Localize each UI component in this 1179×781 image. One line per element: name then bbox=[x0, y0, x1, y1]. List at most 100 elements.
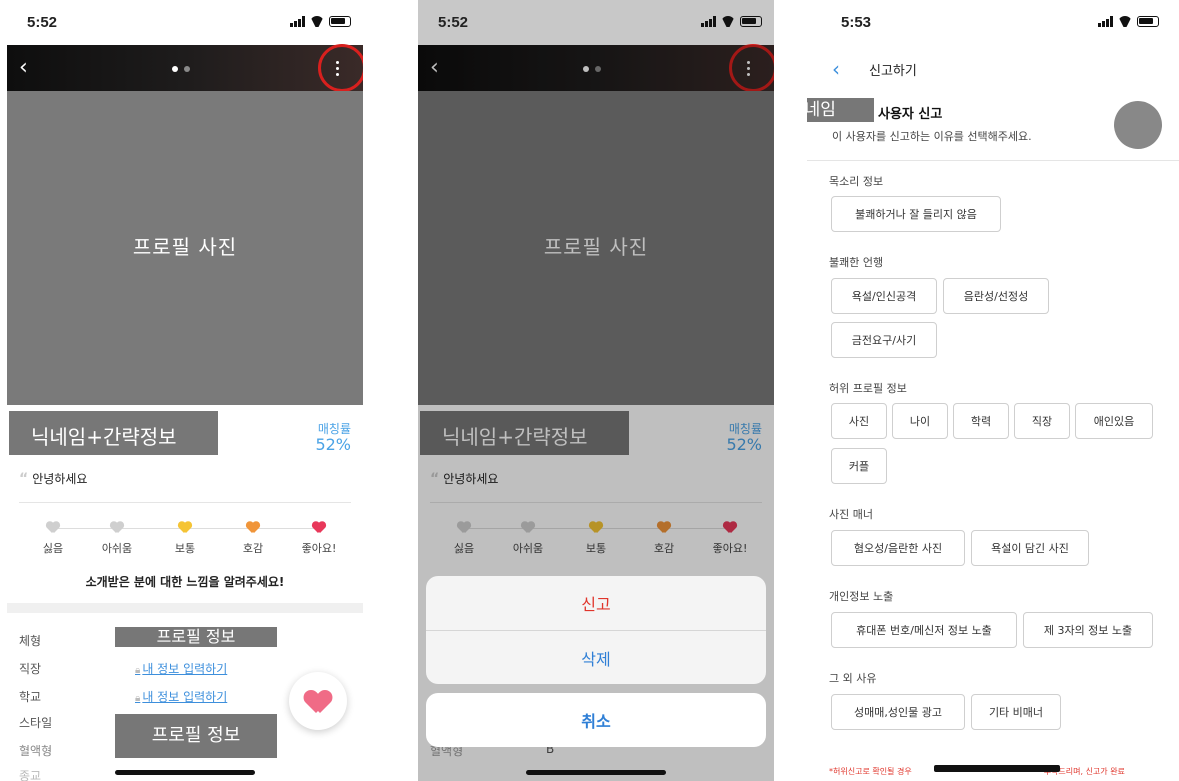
section-photo-manner-label: 사진 매너 bbox=[829, 508, 873, 521]
rating-label: 아쉬움 bbox=[101, 542, 133, 555]
info-label-blood: 혈액형 bbox=[19, 744, 53, 758]
reason-chip[interactable]: 음란성/선정성 bbox=[943, 278, 1049, 314]
greeting: “안녕하세요 bbox=[19, 470, 87, 487]
redaction-bar bbox=[934, 765, 1060, 772]
rating-label: 싫음 bbox=[42, 542, 64, 555]
signal-icon bbox=[290, 16, 305, 27]
section-personal-info-label: 개인정보 노출 bbox=[829, 590, 894, 603]
back-arrow-icon[interactable]: ‹ bbox=[19, 57, 39, 79]
wifi-icon bbox=[721, 16, 735, 27]
status-bar: 5:53 bbox=[807, 0, 1179, 45]
lock-icon: 🔒︎ bbox=[135, 665, 141, 676]
photo-page-indicator bbox=[172, 66, 190, 72]
reason-chip[interactable]: 학력 bbox=[953, 403, 1009, 439]
enter-info-link[interactable]: 🔒︎ 내 정보 입력하기 bbox=[135, 688, 227, 705]
reason-chip[interactable]: 직장 bbox=[1014, 403, 1070, 439]
profile-info-box: 프로필 정보 bbox=[115, 714, 277, 758]
feeling-caption: 소개받은 분에 대한 느낌을 알려주세요! bbox=[85, 575, 285, 589]
battery-icon bbox=[1137, 16, 1159, 27]
quote-icon: “ bbox=[19, 471, 29, 487]
nav-bar: ‹ 신고하기 bbox=[807, 45, 1179, 91]
delete-button[interactable]: 삭제 bbox=[426, 630, 766, 684]
action-sheet: 신고 삭제 bbox=[426, 576, 766, 684]
greeting-text: 안녕하세요 bbox=[32, 472, 88, 486]
reason-chip[interactable]: 나이 bbox=[892, 403, 948, 439]
reason-chip[interactable]: 기타 비매너 bbox=[971, 694, 1061, 730]
info-label-school: 학교 bbox=[19, 690, 42, 704]
rating-option-regret[interactable]: 아쉬움 bbox=[89, 522, 145, 556]
rating-option-favor[interactable]: 호감 bbox=[225, 522, 281, 556]
rating-label: 보통 bbox=[174, 542, 196, 555]
match-rate-value: 52% bbox=[315, 435, 351, 454]
reason-chip[interactable]: 휴대폰 번호/메신저 정보 노출 bbox=[831, 612, 1017, 648]
status-icons bbox=[1098, 16, 1159, 27]
report-screen: 5:53 ‹ 신고하기 닉네임 사용자 신고 이 사용자를 신고하는 이유를 선… bbox=[807, 0, 1179, 781]
reported-nickname: 닉네임 bbox=[807, 98, 874, 122]
reason-chip[interactable]: 애인있음 bbox=[1075, 403, 1153, 439]
heart-icon bbox=[305, 691, 331, 713]
reason-chip[interactable]: 욕설/인신공격 bbox=[831, 278, 937, 314]
heart-icon bbox=[110, 522, 124, 534]
info-label-style: 스타일 bbox=[19, 716, 53, 730]
status-time: 5:52 bbox=[438, 14, 469, 31]
highlight-circle bbox=[318, 44, 363, 92]
profile-screen: 5:52 ‹ 프로필 사진 닉네임+간략정보 매칭률 52% “안녕하세요 싫음… bbox=[7, 0, 363, 781]
reason-chip[interactable]: 사진 bbox=[831, 403, 887, 439]
signal-icon bbox=[1098, 16, 1113, 27]
reason-chip[interactable]: 성매매,성인물 광고 bbox=[831, 694, 965, 730]
home-indicator bbox=[526, 770, 666, 775]
section-behavior-label: 불쾌한 언행 bbox=[829, 256, 884, 269]
status-bar: 5:52 bbox=[7, 0, 363, 45]
rating-option-like[interactable]: 좋아요! bbox=[291, 522, 347, 556]
nickname-summary: 닉네임+간략정보 bbox=[9, 411, 218, 455]
cancel-button[interactable]: 취소 bbox=[426, 693, 766, 747]
report-button[interactable]: 신고 bbox=[426, 576, 766, 630]
user-report-heading: 사용자 신고 bbox=[878, 107, 943, 122]
wifi-icon bbox=[1118, 16, 1132, 27]
status-time: 5:52 bbox=[27, 14, 58, 31]
rating-label: 호감 bbox=[242, 542, 264, 555]
reason-chip[interactable]: 혐오성/음란한 사진 bbox=[831, 530, 965, 566]
reason-chip[interactable]: 욕설이 담긴 사진 bbox=[971, 530, 1089, 566]
status-icons bbox=[701, 16, 762, 27]
back-chevron-icon[interactable]: ‹ bbox=[832, 57, 840, 81]
reason-chip[interactable]: 금전요구/사기 bbox=[831, 322, 937, 358]
profile-info-box: 프로필 정보 bbox=[115, 627, 277, 647]
rating-option-dislike[interactable]: 싫음 bbox=[25, 522, 81, 556]
profile-photo[interactable]: 프로필 사진 bbox=[7, 91, 363, 405]
info-label-religion: 종교 bbox=[19, 769, 42, 781]
profile-action-sheet-screen: 5:52 ‹ 프로필 사진 닉네임+간략정보 매칭률 52% “안녕하세요 싫음… bbox=[418, 0, 774, 781]
feeling-rating: 싫음 아쉬움 보통 호감 좋아요! bbox=[27, 522, 353, 558]
notice-start: *허위신고로 확인될 경우 bbox=[829, 767, 912, 776]
like-button[interactable] bbox=[289, 672, 347, 730]
report-instruction: 이 사용자를 신고하는 이유를 선택해주세요. bbox=[832, 130, 1032, 143]
divider bbox=[807, 160, 1179, 161]
status-icons bbox=[290, 16, 351, 27]
enter-info-link-text: 내 정보 입력하기 bbox=[142, 662, 228, 676]
battery-icon bbox=[329, 16, 351, 27]
page-title: 신고하기 bbox=[869, 64, 917, 79]
status-bar: 5:52 bbox=[418, 0, 774, 45]
rating-option-normal[interactable]: 보통 bbox=[157, 522, 213, 556]
heart-icon bbox=[46, 522, 60, 534]
home-indicator bbox=[115, 770, 255, 775]
wifi-icon bbox=[310, 16, 324, 27]
divider bbox=[19, 502, 351, 503]
reason-chip[interactable]: 커플 bbox=[831, 448, 887, 484]
avatar bbox=[1114, 101, 1162, 149]
status-time: 5:53 bbox=[841, 14, 872, 31]
heart-icon bbox=[178, 522, 192, 534]
info-label-body: 체형 bbox=[19, 634, 42, 648]
section-divider bbox=[7, 603, 363, 613]
rating-label: 좋아요! bbox=[301, 542, 337, 555]
section-voice-label: 목소리 정보 bbox=[829, 175, 884, 188]
reason-chip[interactable]: 불쾌하거나 잘 들리지 않음 bbox=[831, 196, 1001, 232]
reason-chip[interactable]: 제 3자의 정보 노출 bbox=[1023, 612, 1153, 648]
section-fake-profile-label: 허위 프로필 정보 bbox=[829, 382, 907, 395]
enter-info-link[interactable]: 🔒︎ 내 정보 입력하기 bbox=[135, 660, 227, 677]
profile-photo-label: 프로필 사진 bbox=[132, 235, 238, 259]
section-other-label: 그 외 사유 bbox=[829, 672, 877, 685]
info-label-job: 직장 bbox=[19, 662, 42, 676]
heart-icon bbox=[246, 522, 260, 534]
photo-header: ‹ bbox=[7, 44, 363, 92]
